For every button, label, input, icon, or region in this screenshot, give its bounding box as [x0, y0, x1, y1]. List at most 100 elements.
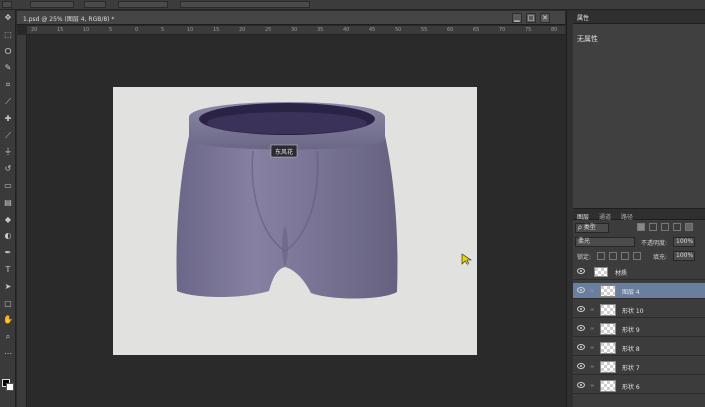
layer-name: 形状 9 — [622, 327, 640, 334]
tool-preset-picker[interactable] — [2, 1, 12, 8]
layer-row[interactable]: ∞ 形状 6 — [573, 378, 705, 394]
layer-row[interactable]: 材质 — [573, 264, 705, 280]
ruler-tick-label: 5 — [109, 27, 113, 33]
horizontal-ruler[interactable]: 20 15 10 5 0 5 10 15 20 25 30 35 40 45 50 55 60 65 70 75 80 — [27, 26, 565, 35]
ruler-tick-label: 45 — [369, 27, 376, 33]
opacity-label: 不透明度: — [641, 240, 668, 247]
brand-label-text: 东风花 — [275, 148, 293, 156]
lock-transparency-icon[interactable] — [597, 252, 605, 260]
auto-select-option[interactable] — [30, 1, 74, 8]
document-tab[interactable]: 1.psd @ 25% (图层 4, RGB/8) * ▁ □ ✕ — [17, 11, 565, 25]
brush-tool-icon[interactable]: ⟋ — [3, 131, 13, 141]
background-color-swatch[interactable] — [6, 383, 14, 391]
opacity-input[interactable]: 100% — [673, 237, 695, 247]
type-tool-icon[interactable]: T — [3, 265, 13, 275]
link-chain-icon: ∞ — [590, 345, 595, 351]
lock-label: 锁定: — [577, 254, 592, 261]
minimize-button[interactable]: ▁ — [512, 13, 522, 23]
filter-type-icon[interactable] — [661, 223, 669, 231]
restore-button[interactable]: □ — [526, 13, 536, 23]
layers-panel-header: 图层 通道 路径 — [573, 208, 705, 221]
layer-filter-dropdown[interactable]: ρ 类型 — [575, 223, 609, 233]
ruler-tick-label: 15 — [57, 27, 64, 33]
ruler-tick-label: 65 — [473, 27, 480, 33]
ruler-tick-label: 0 — [135, 27, 139, 33]
filter-smart-object-icon[interactable] — [685, 223, 693, 231]
eraser-tool-icon[interactable]: ▭ — [3, 181, 13, 191]
pen-tool-icon[interactable]: ✒ — [3, 248, 13, 258]
visibility-eye-icon[interactable] — [577, 325, 585, 331]
ruler-tick-label: 10 — [187, 27, 194, 33]
vertical-ruler[interactable] — [17, 35, 27, 407]
history-brush-tool-icon[interactable]: ↺ — [3, 164, 13, 174]
tab-properties[interactable]: 属性 — [577, 13, 589, 22]
marquee-tool-icon[interactable]: ⬚ — [3, 30, 13, 40]
lock-all-icon[interactable] — [633, 252, 641, 260]
ruler-tick-label: 30 — [291, 27, 298, 33]
lock-row: 锁定: 填充: 100% — [573, 250, 705, 262]
visibility-eye-icon[interactable] — [577, 344, 585, 350]
link-chain-icon: ∞ — [590, 383, 595, 389]
options-bar — [0, 0, 705, 10]
blend-mode-dropdown[interactable]: 柔光 — [575, 237, 635, 247]
gradient-tool-icon[interactable]: ▤ — [3, 198, 13, 208]
layer-row[interactable]: ∞ 形状 9 — [573, 321, 705, 337]
move-tool-icon[interactable]: ✥ — [3, 13, 13, 23]
canvas-document[interactable]: 东风花 — [113, 87, 477, 355]
filter-shape-icon[interactable] — [673, 223, 681, 231]
eyedropper-tool-icon[interactable]: ⟋ — [3, 97, 13, 107]
dodge-tool-icon[interactable]: ◐ — [3, 231, 13, 241]
visibility-eye-icon[interactable] — [577, 382, 585, 388]
crop-tool-icon[interactable]: ⌗ — [3, 80, 13, 90]
ruler-tick-label: 70 — [499, 27, 506, 33]
path-select-tool-icon[interactable]: ➤ — [3, 282, 13, 292]
layer-name: 材质 — [615, 270, 628, 277]
zoom-tool-icon[interactable]: ⌕ — [3, 332, 13, 342]
fill-label: 填充: — [653, 254, 668, 261]
layer-row[interactable]: ∞ 图层 4 — [573, 283, 705, 299]
layer-dropdown[interactable] — [84, 1, 106, 8]
properties-panel-header: 属性 — [573, 10, 705, 24]
hand-tool-icon[interactable]: ✋ — [3, 315, 13, 325]
layer-name: 图层 4 — [622, 289, 640, 296]
filter-pixel-icon[interactable] — [637, 223, 645, 231]
layer-row[interactable]: ∞ 形状 7 — [573, 359, 705, 375]
ruler-tick-label: 55 — [421, 27, 428, 33]
clone-stamp-tool-icon[interactable]: ⏚ — [3, 147, 13, 157]
group-thumbnail — [594, 267, 608, 277]
layer-row[interactable]: ∞ 形状 10 — [573, 302, 705, 318]
shape-tool-icon[interactable]: ▢ — [3, 299, 13, 309]
layer-filter-row: ρ 类型 — [573, 222, 705, 234]
visibility-eye-icon[interactable] — [577, 287, 585, 293]
visibility-eye-icon[interactable] — [577, 363, 585, 369]
transform-controls-option[interactable] — [118, 1, 168, 8]
lock-pixels-icon[interactable] — [609, 252, 617, 260]
healing-brush-tool-icon[interactable]: ✚ — [3, 114, 13, 124]
quick-select-tool-icon[interactable]: ✎ — [3, 63, 13, 73]
layer-name: 形状 10 — [622, 308, 644, 315]
layer-name: 形状 8 — [622, 346, 640, 353]
visibility-eye-icon[interactable] — [577, 306, 585, 312]
fill-input[interactable]: 100% — [673, 251, 695, 261]
blur-tool-icon[interactable]: ◆ — [3, 215, 13, 225]
visibility-eye-icon[interactable] — [577, 268, 585, 274]
layer-name: 形状 7 — [622, 365, 640, 372]
close-button[interactable]: ✕ — [540, 13, 550, 23]
move-cursor-icon: ✥ — [461, 253, 475, 271]
extra-tool-icon[interactable]: ⋯ — [3, 349, 13, 359]
layer-thumbnail — [600, 285, 616, 297]
link-chain-icon: ∞ — [590, 364, 595, 370]
filter-adjustment-icon[interactable] — [649, 223, 657, 231]
layer-name: 形状 6 — [622, 384, 640, 391]
ruler-tick-label: 10 — [83, 27, 90, 33]
layer-thumbnail — [600, 342, 616, 354]
ruler-tick-label: 20 — [239, 27, 246, 33]
collapsed-panel-dock[interactable] — [566, 10, 573, 407]
align-buttons[interactable] — [180, 1, 310, 8]
lock-position-icon[interactable] — [621, 252, 629, 260]
layer-thumbnail — [600, 323, 616, 335]
layers-panel: ρ 类型 柔光 不透明度: 100% 锁定: 填充: 100% 材质 ∞ 图层 4 ∞… — [573, 220, 705, 407]
layer-row[interactable]: ∞ 形状 8 — [573, 340, 705, 356]
properties-panel: 无属性 — [573, 24, 705, 214]
lasso-tool-icon[interactable]: ⵔ — [3, 47, 13, 57]
